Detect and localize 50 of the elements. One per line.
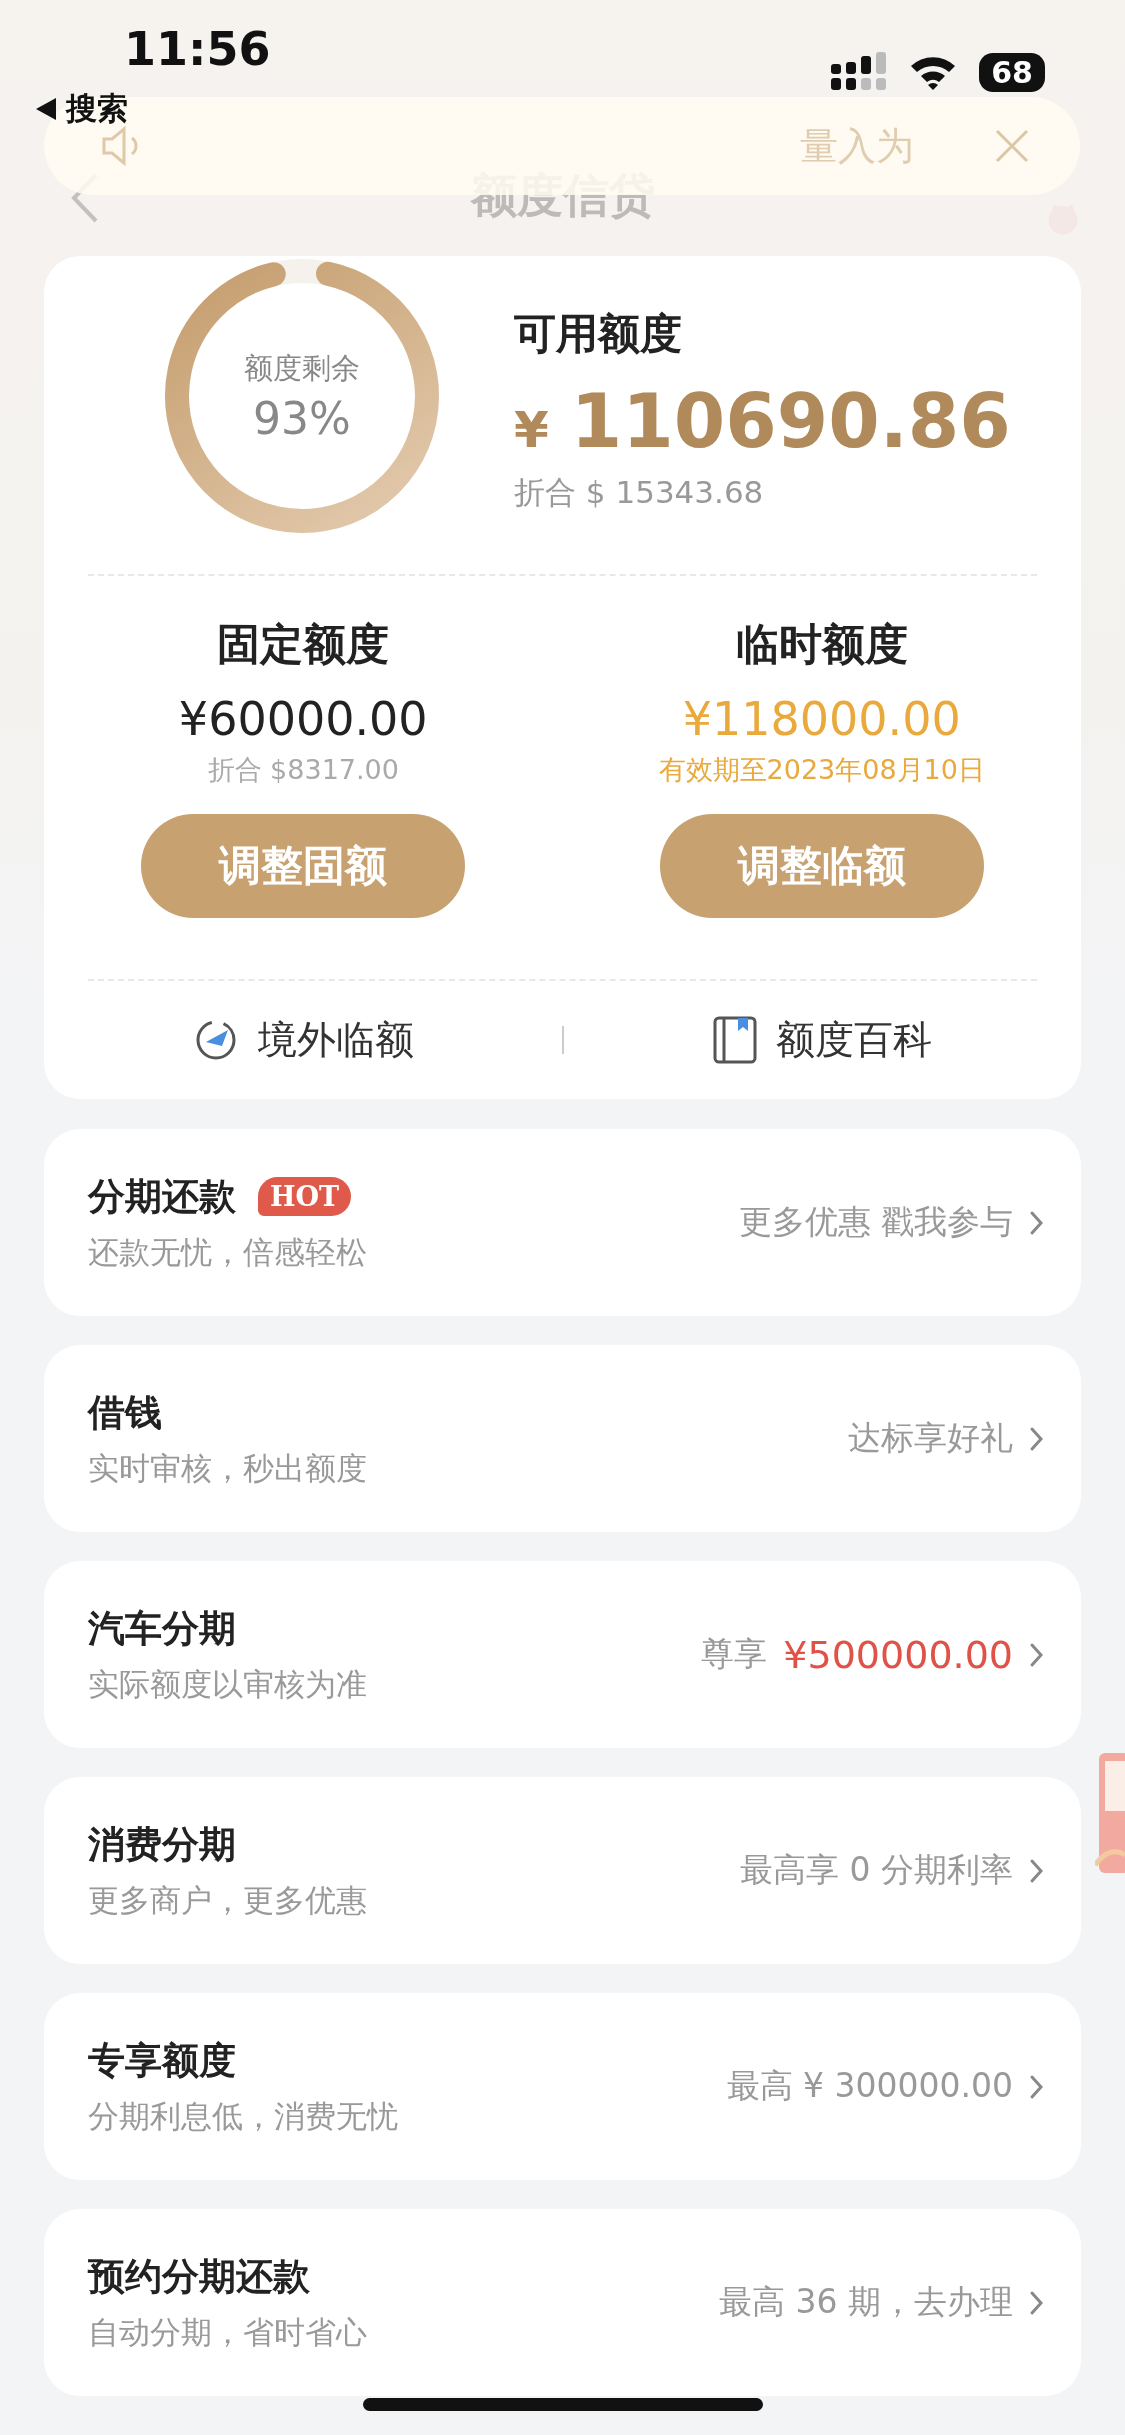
converted-amount: 折合 $ 15343.68 <box>514 473 765 512</box>
service-title: 分期还款 <box>88 1173 236 1220</box>
ring-label: 额度剩余 <box>244 349 360 387</box>
promo-text: 尊享 <box>701 1633 768 1675</box>
promo-text: 达标享好礼 <box>848 1417 1013 1459</box>
available-amount: 110690.86 <box>570 378 1011 464</box>
promo-text: 最高享 0 分期利率 <box>740 1849 1013 1891</box>
quick-link[interactable]: 额度百科 <box>776 1013 933 1067</box>
status-time: 11:56 <box>124 22 271 76</box>
service-subtitle: 还款无忧，倍感轻松 <box>88 1232 367 1272</box>
limit-title: 固定额度 <box>217 618 390 671</box>
service-row[interactable]: 专享额度 分期利息低，消费无忧 最高 ¥ 300000.00 <box>44 1993 1081 2180</box>
wifi-icon <box>909 54 958 90</box>
service-title: 借钱 <box>88 1389 162 1436</box>
notice-text: 量入为 <box>800 122 914 170</box>
quick-link[interactable]: 境外临额 <box>257 1013 414 1067</box>
limit-amount: ¥60000.00 <box>178 692 428 746</box>
promo-amount: ¥500000.00 <box>783 1632 1013 1677</box>
service-title: 汽车分期 <box>88 1605 236 1652</box>
service-title: 消费分期 <box>88 1821 236 1868</box>
service-subtitle: 实时审核，秒出额度 <box>88 1448 367 1488</box>
ring-percent: 93% <box>253 392 351 444</box>
limit-amount: ¥118000.00 <box>682 692 961 746</box>
promo-text: 最高 ¥ 300000.00 <box>726 2065 1013 2107</box>
limit-title: 临时额度 <box>735 618 908 671</box>
currency-sign: ¥ <box>514 401 549 459</box>
promo-text: 最高 36 期，去办理 <box>719 2281 1013 2323</box>
battery-indicator: 68 <box>979 52 1045 92</box>
limit-note: 折合 $8317.00 <box>207 753 399 787</box>
service-subtitle: 分期利息低，消费无忧 <box>88 2096 398 2136</box>
service-row[interactable]: 消费分期 更多商户，更多优惠 最高享 0 分期利率 <box>44 1777 1081 1964</box>
book-icon <box>712 1015 759 1065</box>
service-row[interactable]: 汽车分期 实际额度以审核为准 尊享 ¥500000.00 <box>44 1561 1081 1748</box>
service-subtitle: 实际额度以审核为准 <box>88 1664 367 1704</box>
service-row[interactable]: 借钱 实时审核，秒出额度 达标享好礼 <box>44 1345 1081 1532</box>
hot-badge: HOT <box>258 1177 352 1216</box>
close-icon[interactable] <box>994 128 1030 164</box>
service-row[interactable]: 分期还款 HOT 还款无忧，倍感轻松 更多优惠 戳我参与 <box>44 1129 1081 1316</box>
service-title: 预约分期还款 <box>88 2253 310 2300</box>
page-title: 额度信贷 <box>470 167 655 224</box>
back-app-link[interactable]: 搜索 <box>66 88 128 130</box>
promo-text: 更多优惠 戳我参与 <box>738 1201 1013 1243</box>
service-subtitle: 自动分期，省时省心 <box>88 2312 367 2352</box>
available-label: 可用额度 <box>514 308 683 360</box>
service-subtitle: 更多商户，更多优惠 <box>88 1880 367 1920</box>
back-triangle-icon <box>36 98 56 120</box>
service-row[interactable]: 预约分期还款 自动分期，省时省心 最高 36 期，去办理 <box>44 2209 1081 2396</box>
signal-icon <box>831 52 888 92</box>
service-title: 专享额度 <box>88 2037 236 2084</box>
limit-note: 有效期至2023年08月10日 <box>658 753 985 787</box>
